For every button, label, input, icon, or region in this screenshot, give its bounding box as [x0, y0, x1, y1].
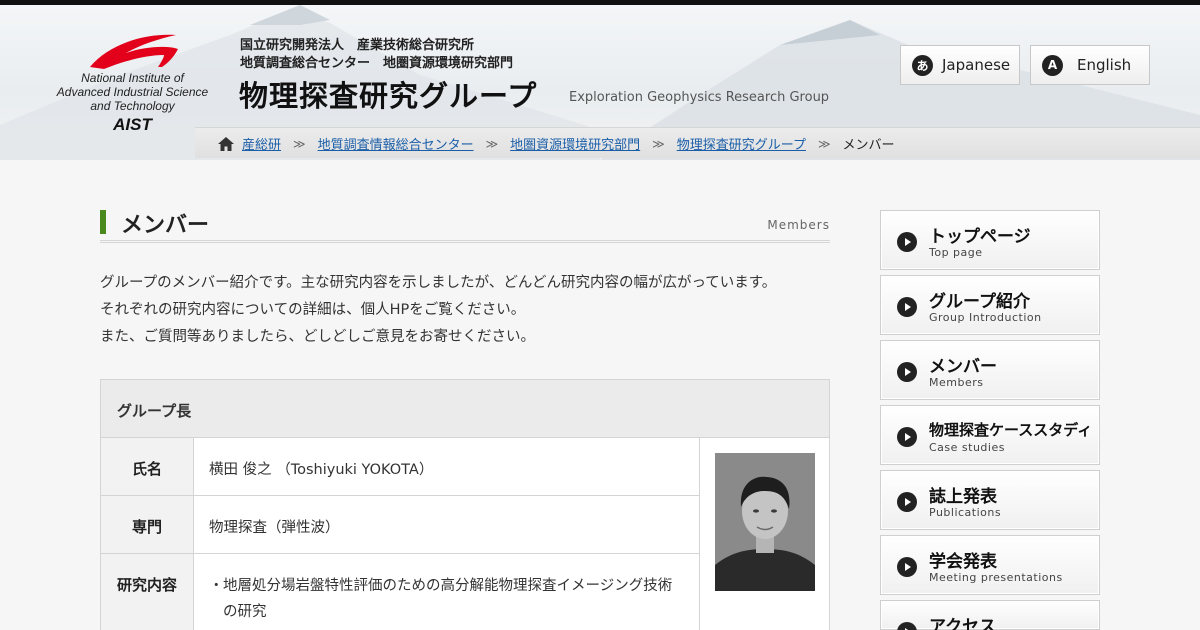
- nav-label-en: Case studies: [929, 441, 1005, 454]
- breadcrumb-current: メンバー: [842, 138, 895, 153]
- member-name: 横田 俊之 （Toshiyuki YOKOTA）: [209, 462, 434, 478]
- breadcrumb-link-gsj[interactable]: 地質調査情報総合センター: [318, 134, 474, 153]
- arrow-right-icon: [897, 232, 917, 252]
- home-icon[interactable]: [218, 136, 234, 151]
- hiragana-a-icon: あ: [912, 54, 933, 76]
- member-research: ・ 地層処分場岩盤特性評価のための高分解能物理探査イメージング技術の研究: [209, 573, 679, 625]
- research-item: ・ 地層処分場岩盤特性評価のための高分解能物理探査イメージング技術の研究: [209, 573, 679, 625]
- table-row: 氏名 横田 俊之 （Toshiyuki YOKOTA）: [101, 438, 699, 496]
- intro-line: また、ご質問等ありましたら、どしどしご意見をお寄せください。: [100, 329, 535, 345]
- page-title: メンバー: [121, 213, 210, 238]
- intro-line: それぞれの研究内容についての詳細は、個人HPをご覧ください。: [100, 302, 526, 318]
- nav-label: トップページ: [929, 227, 1031, 247]
- breadcrumb-link-department[interactable]: 地圏資源環境研究部門: [510, 134, 640, 153]
- breadcrumb-separator: ≫: [293, 136, 306, 151]
- intro-line: グループのメンバー紹介です。主な研究内容を示しましたが、どんどん研究内容の幅が広…: [100, 275, 777, 291]
- english-language-button[interactable]: A English: [1030, 45, 1150, 85]
- breadcrumb-separator: ≫: [817, 136, 831, 151]
- page-title-en: Members: [767, 218, 830, 232]
- row-label-name: 氏名: [101, 438, 194, 495]
- row-label-specialty: 専門: [101, 496, 194, 553]
- nav-group-introduction[interactable]: グループ紹介 Group Introduction: [880, 275, 1100, 335]
- group-header-label: グループ長: [117, 402, 192, 420]
- member-specialty: 物理探査（弾性波）: [209, 520, 340, 536]
- arrow-right-icon: [897, 297, 917, 317]
- nav-label-en: Top page: [929, 246, 983, 259]
- nav-case-studies[interactable]: 物理探査ケーススタディ Case studies: [880, 405, 1100, 465]
- breadcrumb-separator: ≫: [652, 136, 665, 151]
- logo-text-line2: Advanced Industrial Science: [56, 85, 209, 99]
- english-label: English: [1077, 56, 1132, 74]
- arrow-right-icon: [897, 492, 917, 512]
- nav-publications[interactable]: 誌上発表 Publications: [880, 470, 1100, 530]
- site-subtitle: Exploration Geophysics Research Group: [569, 90, 830, 105]
- group-header: グループ長: [101, 380, 829, 438]
- org-line-2: 地質調査総合センター 地圏資源環境研究部門: [240, 56, 514, 71]
- arrow-right-icon: [897, 362, 917, 382]
- breadcrumb-link-group[interactable]: 物理探査研究グループ: [677, 134, 806, 153]
- aist-swoosh-icon: [90, 34, 178, 69]
- japanese-label: Japanese: [942, 56, 1011, 74]
- japanese-language-button[interactable]: あ Japanese: [900, 45, 1020, 85]
- nav-meeting-presentations[interactable]: 学会発表 Meeting presentations: [880, 535, 1100, 595]
- breadcrumb-separator: ≫: [485, 136, 499, 151]
- nav-label: グループ紹介: [929, 292, 1030, 312]
- member-photo: [715, 453, 815, 591]
- nav-label-en: Group Introduction: [929, 311, 1042, 324]
- logo-text-line3: and Technology: [90, 99, 175, 113]
- research-bullet: ・: [209, 578, 224, 594]
- row-label-research: 研究内容: [101, 554, 194, 630]
- breadcrumb: 産総研 ≫ 地質調査情報総合センター ≫ 地圏資源環境研究部門 ≫ 物理探査研究…: [218, 134, 895, 153]
- heading-accent-bar: [100, 210, 106, 234]
- nav-label-en: Publications: [929, 506, 1002, 519]
- site-title[interactable]: 物理探査研究グループ: [239, 73, 537, 115]
- arrow-right-icon: [897, 622, 917, 630]
- nav-members[interactable]: メンバー Members: [880, 340, 1100, 400]
- arrow-right-icon: [897, 427, 917, 447]
- photo-cell: [699, 438, 829, 630]
- nav-label: メンバー: [929, 357, 997, 377]
- letter-a-icon: A: [1042, 54, 1063, 76]
- arrow-right-icon: [897, 557, 917, 577]
- nav-label: 物理探査ケーススタディ: [929, 421, 1093, 439]
- intro-text: グループのメンバー紹介です。主な研究内容を示しましたが、どんどん研究内容の幅が広…: [100, 270, 776, 351]
- table-row: 研究内容 ・ 地層処分場岩盤特性評価のための高分解能物理探査イメージング技術の研…: [101, 554, 699, 630]
- nav-label: アクセス: [929, 617, 997, 630]
- aist-logo[interactable]: National Institute of Advanced Industria…: [40, 27, 225, 137]
- org-line-1: 国立研究開発法人 産業技術総合研究所: [240, 38, 475, 53]
- member-table: グループ長 氏名 横田 俊之 （Toshiyuki YOKOTA） 専門 物理探…: [100, 379, 830, 630]
- breadcrumb-link-aist[interactable]: 産総研: [242, 134, 281, 153]
- nav-label-en: Meeting presentations: [929, 571, 1063, 584]
- table-row: 専門 物理探査（弾性波）: [101, 496, 699, 554]
- page-heading: メンバー Members: [100, 205, 830, 243]
- nav-top-page[interactable]: トップページ Top page: [880, 210, 1100, 270]
- nav-label-en: Members: [929, 376, 984, 389]
- nav-access[interactable]: アクセス: [880, 600, 1100, 630]
- research-item-text: 地層処分場岩盤特性評価のための高分解能物理探査イメージング技術の研究: [223, 578, 673, 620]
- nav-label: 誌上発表: [929, 487, 997, 507]
- logo-text-line1: National Institute of: [81, 71, 184, 85]
- nav-label: 学会発表: [929, 552, 997, 572]
